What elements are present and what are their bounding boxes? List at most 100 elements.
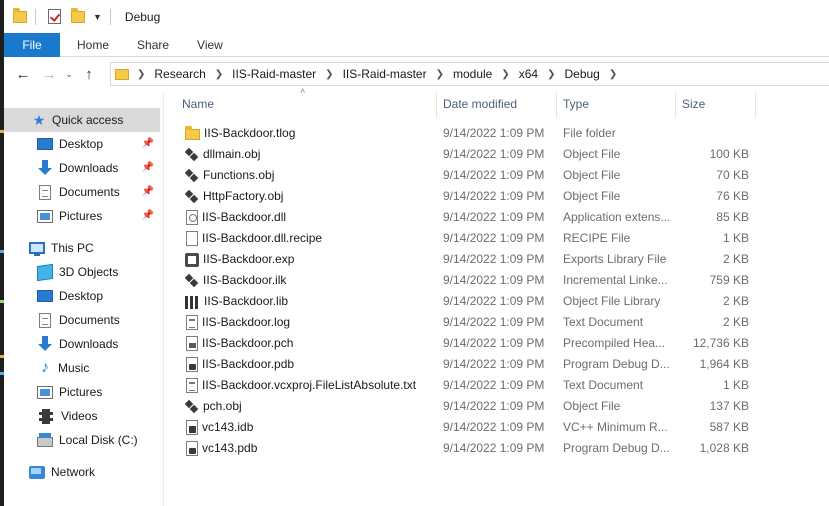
breadcrumb-x64[interactable]: x64 <box>519 67 538 81</box>
file-row[interactable]: vc143.idb 9/14/2022 1:09 PM VC++ Minimum R… <box>176 417 829 438</box>
file-size: 1,028 KB <box>699 441 749 455</box>
file-name-cell[interactable]: IIS-Backdoor.dll.recipe <box>185 228 440 249</box>
file-name-cell[interactable]: IIS-Backdoor.vcxproj.FileListAbsolute.tx… <box>185 375 440 396</box>
column-headers: ˄ Name Date modified Type Size <box>176 86 829 118</box>
file-name-cell[interactable]: vc143.idb <box>185 417 440 438</box>
file-size: 12,736 KB <box>692 336 749 350</box>
file-size: 70 KB <box>716 168 749 182</box>
file-type: Object File <box>563 189 621 203</box>
column-header-size[interactable]: Size <box>676 92 756 118</box>
nav-network[interactable]: Network <box>4 460 160 484</box>
nav-videos[interactable]: Videos <box>4 404 160 428</box>
file-row[interactable]: IIS-Backdoor.exp 9/14/2022 1:09 PM Exports… <box>176 249 829 270</box>
address-bar[interactable]: ❯ Research ❯ IIS-Raid-master ❯ IIS-Raid-… <box>110 62 829 86</box>
file-row[interactable]: IIS-Backdoor.pch 9/14/2022 1:09 PM Precomp… <box>176 333 829 354</box>
pin-icon[interactable]: 📌 <box>142 186 154 197</box>
tab-view[interactable]: View <box>183 33 237 57</box>
file-row[interactable]: IIS-Backdoor.ilk 9/14/2022 1:09 PM Increme… <box>176 270 829 291</box>
object-file-icon <box>185 169 199 183</box>
file-row[interactable]: Functions.obj 9/14/2022 1:09 PM Object Fil… <box>176 165 829 186</box>
file-name-cell[interactable]: IIS-Backdoor.pch <box>185 333 440 354</box>
customize-quick-access-chevron-icon[interactable]: ▼ <box>93 12 102 22</box>
file-row[interactable]: IIS-Backdoor.vcxproj.FileListAbsolute.tx… <box>176 375 829 396</box>
file-name-cell[interactable]: IIS-Backdoor.pdb <box>185 354 440 375</box>
chevron-right-icon[interactable]: ❯ <box>547 69 555 80</box>
file-row[interactable]: IIS-Backdoor.log 9/14/2022 1:09 PM Text Do… <box>176 312 829 333</box>
column-header-date[interactable]: Date modified <box>437 92 557 118</box>
file-name-cell[interactable]: IIS-Backdoor.tlog <box>185 123 440 144</box>
file-row[interactable]: IIS-Backdoor.dll.recipe 9/14/2022 1:09 PM… <box>176 228 829 249</box>
breadcrumb-research[interactable]: Research <box>154 67 205 81</box>
file-name-cell[interactable]: IIS-Backdoor.lib <box>185 291 440 312</box>
nav-pictures[interactable]: Pictures <box>4 380 160 404</box>
column-header-name[interactable]: Name <box>176 92 437 118</box>
recent-locations-chevron-icon[interactable]: ⌄ <box>62 69 76 80</box>
nav-this-pc[interactable]: This PC <box>4 236 160 260</box>
chevron-right-icon[interactable]: ❯ <box>609 69 617 80</box>
nav-quick-downloads[interactable]: Downloads 📌 <box>4 156 160 180</box>
chevron-right-icon[interactable]: ❯ <box>137 69 145 80</box>
file-row[interactable]: IIS-Backdoor.tlog 9/14/2022 1:09 PM File f… <box>176 123 829 144</box>
properties-icon[interactable] <box>48 9 61 24</box>
file-row[interactable]: IIS-Backdoor.lib 9/14/2022 1:09 PM Object … <box>176 291 829 312</box>
chevron-right-icon[interactable]: ❯ <box>215 69 223 80</box>
pin-icon[interactable]: 📌 <box>142 162 154 173</box>
file-name-cell[interactable]: IIS-Backdoor.ilk <box>185 270 440 291</box>
breadcrumb-iis-raid-master[interactable]: IIS-Raid-master <box>232 67 316 81</box>
file-row[interactable]: HttpFactory.obj 9/14/2022 1:09 PM Object F… <box>176 186 829 207</box>
chevron-right-icon[interactable]: ❯ <box>501 69 509 80</box>
nav-quick-desktop[interactable]: Desktop 📌 <box>4 132 160 156</box>
file-name-cell[interactable]: pch.obj <box>185 396 440 417</box>
file-size <box>682 123 749 144</box>
nav-3d-objects[interactable]: 3D Objects <box>4 260 160 284</box>
nav-music[interactable]: ♪ Music <box>4 356 160 380</box>
file-name: IIS-Backdoor.vcxproj.FileListAbsolute.tx… <box>202 378 417 392</box>
tab-file[interactable]: File <box>4 33 60 57</box>
up-arrow-icon[interactable]: ↑ <box>76 66 102 83</box>
breadcrumb-module[interactable]: module <box>453 67 492 81</box>
file-row[interactable]: IIS-Backdoor.dll 9/14/2022 1:09 PM Applica… <box>176 207 829 228</box>
text-file-icon <box>186 315 198 330</box>
chevron-right-icon[interactable]: ❯ <box>325 69 333 80</box>
new-folder-icon[interactable] <box>71 7 85 23</box>
file-name-cell[interactable]: IIS-Backdoor.log <box>185 312 440 333</box>
file-name-cell[interactable]: dllmain.obj <box>185 144 440 165</box>
nav-label: Desktop <box>59 289 104 303</box>
file-name-cell[interactable]: IIS-Backdoor.exp <box>185 249 440 270</box>
file-name-cell[interactable]: vc143.pdb <box>185 438 440 459</box>
idb-file-icon <box>186 420 198 435</box>
file-size: 76 KB <box>716 189 749 203</box>
file-row[interactable]: pch.obj 9/14/2022 1:09 PM Object File 137 K… <box>176 396 829 417</box>
object-file-icon <box>185 400 199 414</box>
chevron-right-icon[interactable]: ❯ <box>436 69 444 80</box>
tab-home[interactable]: Home <box>63 33 123 57</box>
breadcrumb-debug[interactable]: Debug <box>564 67 599 81</box>
downloads-icon <box>37 336 53 352</box>
folder-icon <box>185 126 200 140</box>
file-name-cell[interactable]: IIS-Backdoor.dll <box>185 207 440 228</box>
nav-quick-documents[interactable]: Documents 📌 <box>4 180 160 204</box>
nav-local-disk[interactable]: Local Disk (C:) <box>4 428 160 452</box>
nav-downloads[interactable]: Downloads <box>4 332 160 356</box>
back-arrow-icon[interactable]: ← <box>10 66 36 83</box>
file-row[interactable]: IIS-Backdoor.pdb 9/14/2022 1:09 PM Program… <box>176 354 829 375</box>
file-date: 9/14/2022 1:09 PM <box>443 189 545 203</box>
tab-share[interactable]: Share <box>123 33 183 57</box>
file-name-cell[interactable]: HttpFactory.obj <box>185 186 440 207</box>
file-row[interactable]: dllmain.obj 9/14/2022 1:09 PM Object File 1… <box>176 144 829 165</box>
pin-icon[interactable]: 📌 <box>142 210 154 221</box>
folder-icon <box>13 7 27 23</box>
nav-desktop[interactable]: Desktop <box>4 284 160 308</box>
file-name-cell[interactable]: Functions.obj <box>185 165 440 186</box>
nav-label: Documents <box>59 313 120 327</box>
nav-quick-access[interactable]: ★ Quick access <box>4 108 160 132</box>
pin-icon[interactable]: 📌 <box>142 138 154 149</box>
file-size: 2 KB <box>722 294 749 308</box>
file-type: Program Debug D... <box>563 357 670 371</box>
nav-quick-pictures[interactable]: Pictures 📌 <box>4 204 160 228</box>
file-row[interactable]: vc143.pdb 9/14/2022 1:09 PM Program Debug … <box>176 438 829 459</box>
forward-arrow-icon[interactable]: → <box>36 66 62 83</box>
nav-documents[interactable]: Documents <box>4 308 160 332</box>
column-header-type[interactable]: Type <box>557 92 676 118</box>
breadcrumb-iis-raid-master-inner[interactable]: IIS-Raid-master <box>343 67 427 81</box>
